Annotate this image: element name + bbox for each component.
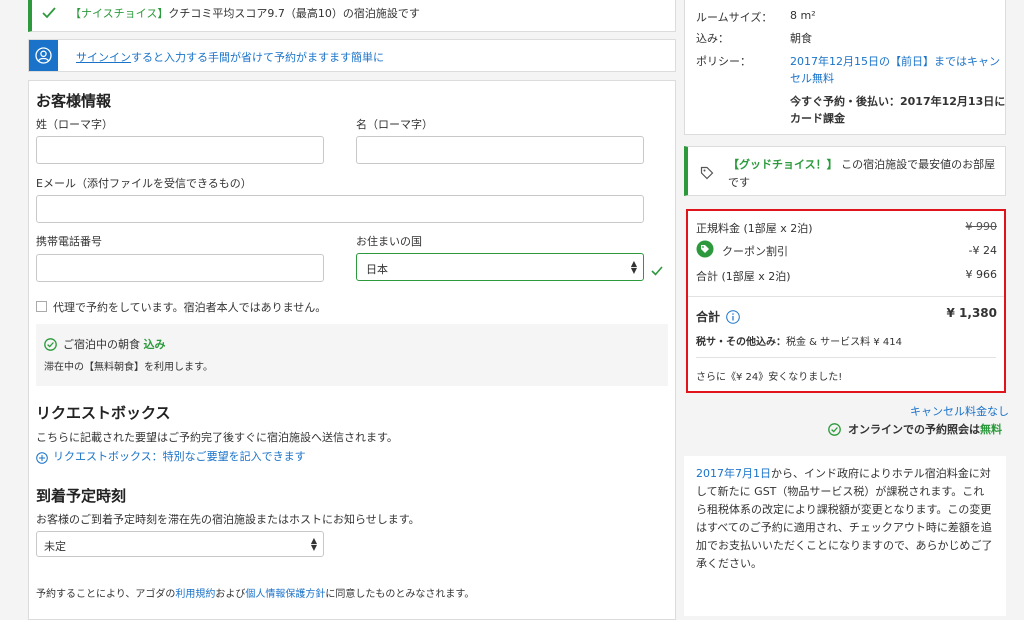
- last-name-input[interactable]: [36, 136, 324, 164]
- signin-link[interactable]: サインイン: [76, 51, 131, 64]
- first-name-input[interactable]: [356, 136, 644, 164]
- breakfast-box: ご宿泊中の朝食 込み 滞在中の【無料朝食】を利用します。: [36, 324, 668, 386]
- nice-choice-suffix: （最高10）の宿泊施設です: [284, 7, 420, 20]
- coupon-tag-icon: [696, 240, 714, 262]
- price-breakdown-box: [686, 209, 1006, 393]
- gst-date-link[interactable]: 2017年7月1日: [696, 467, 771, 480]
- online-check-text-row: オンラインでの予約照会は無料: [848, 421, 1002, 437]
- regular-price-label: 正規料金 (1部屋 x 2泊): [696, 222, 813, 235]
- online-check-free: 無料: [980, 423, 1002, 436]
- policy-label: ポリシー：: [696, 55, 751, 68]
- review-score: 9.7: [267, 7, 285, 20]
- terms-suffix: に同意したものとみなされます。: [325, 589, 475, 600]
- included-value: 朝食: [790, 32, 812, 45]
- nice-choice-label: クチコミ平均スコア: [168, 7, 268, 20]
- breakfast-included: 込み: [143, 338, 166, 351]
- nice-choice-badge: 【ナイスチョイス】: [70, 7, 169, 20]
- email-label: Eメール（添付ファイルを受信できるもの）: [36, 177, 252, 190]
- cancel-policy-line2[interactable]: セル無料: [790, 70, 834, 86]
- terms-prefix: 予約することにより、アゴダの: [36, 589, 176, 600]
- terms-text: 予約することにより、アゴダの利用規約および個人情報保護方針に同意したものとみなさ…: [36, 585, 474, 600]
- savings-note: さらに《¥ 24》安くなりました!: [696, 372, 843, 383]
- room-size-label: ルームサイズ：: [696, 11, 773, 24]
- gst-line-3: ら租税体系の改定により課税額が変更となります。この変更: [696, 503, 992, 516]
- info-icon[interactable]: [726, 309, 740, 328]
- first-name-label: 名（ローマ字）: [356, 118, 433, 131]
- online-check-text: オンラインでの予約照会は: [848, 423, 980, 436]
- arrival-title: 到着予定時刻: [36, 487, 127, 505]
- guest-info-title: お客様情報: [36, 92, 112, 110]
- phone-input[interactable]: [36, 254, 324, 282]
- privacy-policy-link[interactable]: 個人情報保護方針: [245, 589, 325, 600]
- breakfast-title-row: ご宿泊中の朝食 込み: [63, 336, 166, 352]
- pay-later-line1: 今すぐ予約・後払い：2017年12月13日に: [790, 95, 1006, 108]
- subtotal-label: 合計 (1部屋 x 2泊): [696, 270, 791, 283]
- free-cancellation-link[interactable]: キャンセル料金なし: [910, 403, 1009, 419]
- arrival-description: お客様のご到着予定時刻を滞在先の宿泊施設またはホストにお知らせします。: [36, 513, 420, 526]
- check-circle-icon: [44, 336, 57, 355]
- request-box-title: リクエストボックス: [36, 404, 171, 422]
- room-size-value: 8 m²: [790, 9, 816, 22]
- tax-label: 税サ・その他込み：: [696, 337, 786, 348]
- signin-message: すると入力する手間が省けて予約がますます簡単に: [131, 51, 384, 64]
- good-choice-line2: です: [728, 176, 750, 189]
- subtotal-value: ¥ 966: [965, 268, 998, 281]
- add-request-link-text: リクエストボックス：特別なご要望を記入できます: [53, 450, 306, 463]
- good-choice-banner: 【グッドチョイス！】 この宿泊施設で最安値のお部屋 です: [684, 146, 1006, 196]
- gst-notice-text: 2017年7月1日から、インド政府によりホテル宿泊料金に対 して新たに GST（…: [696, 465, 998, 573]
- plus-circle-icon: [36, 449, 48, 468]
- country-select-value: 日本: [366, 263, 388, 276]
- proxy-checkbox-label: 代理で予約をしています。宿泊者本人ではありません。: [53, 301, 327, 314]
- tax-value: 税金 & サービス料 ¥ 414: [786, 337, 902, 348]
- phone-label: 携帯電話番号: [36, 235, 102, 248]
- nice-choice-banner: 【ナイスチョイス】クチコミ平均スコア9.7（最高10）の宿泊施設です: [28, 0, 676, 32]
- gst-line-1-rest: から、インド政府によりホテル宿泊料金に対: [771, 467, 991, 480]
- terms-of-use-link[interactable]: 利用規約: [175, 589, 215, 600]
- gst-line-2: して新たに GST（物品サービス税）が課税されます。これ: [696, 485, 985, 498]
- total-value: ¥ 1,380: [946, 306, 997, 320]
- request-box-description: こちらに記載された要望はご予約完了後すぐに宿泊施設へ送信されます。: [36, 431, 398, 444]
- signin-text: サインインすると入力する手間が省けて予約がますます簡単に: [76, 49, 384, 65]
- gst-line-1: 2017年7月1日から、インド政府によりホテル宿泊料金に対: [696, 465, 998, 483]
- country-valid-check-icon: [651, 261, 663, 280]
- price-divider: [696, 357, 996, 358]
- cancel-policy-line1[interactable]: 2017年12月15日の【前日】まではキャン: [790, 53, 1000, 69]
- select-arrows-icon: ▲ ▼: [310, 536, 317, 552]
- signin-banner: サインインすると入力する手間が省けて予約がますます簡単に: [28, 39, 676, 72]
- coupon-discount-label: クーポン割引: [722, 245, 788, 258]
- terms-middle: および: [215, 589, 246, 600]
- regular-price-value: ¥ 990: [965, 220, 998, 233]
- price-divider: [688, 296, 1004, 297]
- coupon-discount-value: -¥ 24: [968, 244, 997, 257]
- tag-icon: [700, 165, 714, 184]
- good-choice-badge: 【グッドチョイス！】: [728, 158, 838, 171]
- tax-row: 税サ・その他込み：税金 & サービス料 ¥ 414: [696, 333, 902, 348]
- last-name-label: 姓（ローマ字）: [36, 118, 113, 131]
- breakfast-note: 滞在中の【無料朝食】を利用します。: [44, 362, 213, 373]
- user-icon-box: [29, 40, 58, 71]
- total-label: 合計: [696, 310, 721, 324]
- nice-choice-text: 【ナイスチョイス】クチコミ平均スコア9.7（最高10）の宿泊施設です: [70, 5, 420, 21]
- included-label: 込み：: [696, 32, 729, 45]
- check-circle-icon: [828, 421, 841, 440]
- email-input[interactable]: [36, 195, 644, 223]
- checkmark-icon: [42, 4, 56, 23]
- pay-later-line2: カード課金: [790, 112, 845, 125]
- gst-line-5: 加でお支払いいただくことになりますので、あらかじめご了: [696, 539, 993, 552]
- gst-line-4: はすべてのご予約に適用され、チェックアウト時に差額を追: [696, 521, 992, 534]
- good-choice-text: この宿泊施設で最安値のお部屋: [841, 158, 996, 171]
- good-choice-line1: 【グッドチョイス！】 この宿泊施設で最安値のお部屋: [728, 156, 995, 172]
- breakfast-title: ご宿泊中の朝食: [63, 338, 140, 351]
- gst-line-6: 承ください。: [696, 557, 762, 570]
- country-label: お住まいの国: [356, 235, 422, 248]
- proxy-checkbox[interactable]: [36, 301, 47, 312]
- country-select[interactable]: 日本 ▲ ▼: [356, 253, 644, 281]
- select-arrows-icon: ▲ ▼: [630, 259, 637, 275]
- user-icon: [35, 47, 52, 64]
- arrival-time-select[interactable]: 未定 ▲ ▼: [36, 531, 324, 557]
- arrival-time-value: 未定: [44, 540, 66, 553]
